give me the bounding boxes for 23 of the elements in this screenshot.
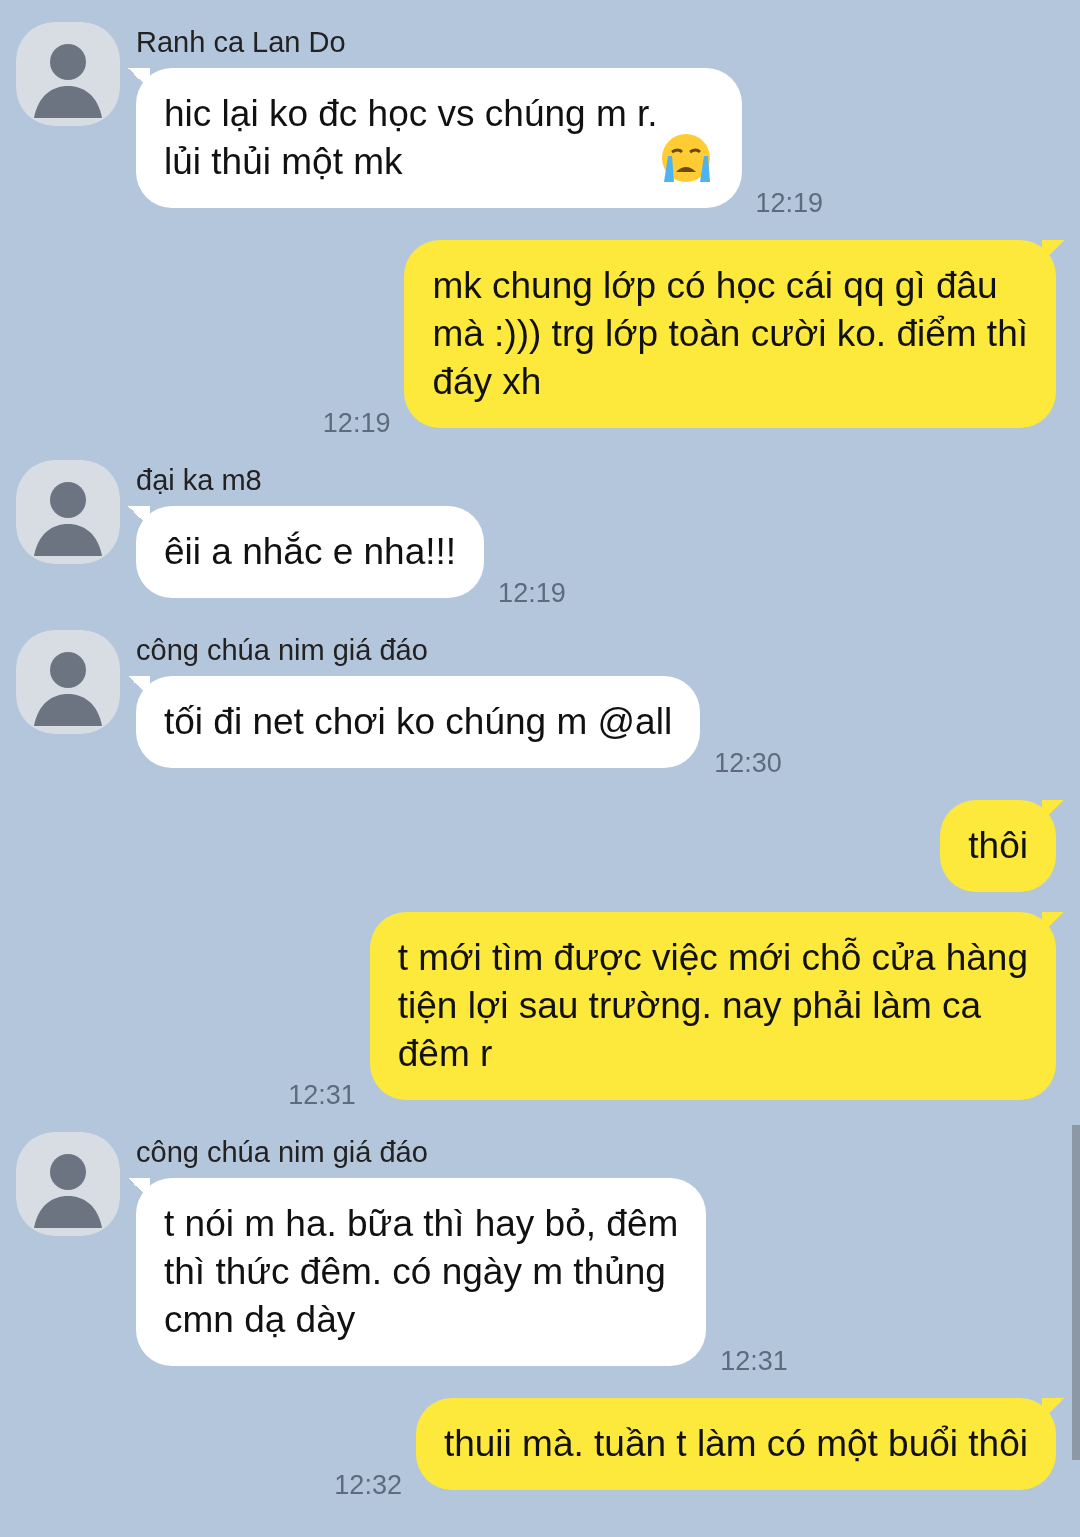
avatar-icon[interactable] <box>16 22 120 126</box>
message-text: mk chung lớp có học cái qq gì đâu mà :))) trg lớp toàn cười ko. điểm thì đáy xh <box>432 264 1028 404</box>
message-text: êii a nhắc e nha!!! <box>164 530 457 574</box>
message-text: thuii mà. tuần t làm có một buổi thôi <box>443 1422 1028 1466</box>
timestamp: 12:19 <box>755 188 824 218</box>
timestamp: 12:19 <box>498 578 566 608</box>
message-text: t mới tìm được việc mới chỗ cửa hàng tiện lợi sau trường. nay phải làm ca đêm r <box>397 936 1028 1076</box>
message-text: thôi <box>968 824 1028 868</box>
timestamp: 12:31 <box>288 1080 356 1110</box>
timestamp: 12:19 <box>322 408 391 438</box>
timestamp: 12:31 <box>720 1346 788 1376</box>
timestamp: 12:30 <box>714 748 782 778</box>
sender-name: đại ka m8 <box>136 463 262 498</box>
avatar-icon[interactable] <box>16 1132 120 1236</box>
sender-name: công chúa nim giá đáo <box>136 633 428 668</box>
sender-name: công chúa nim giá đáo <box>136 1135 428 1170</box>
avatar-icon[interactable] <box>16 630 120 734</box>
timestamp: 12:32 <box>334 1470 402 1500</box>
message-text: hic lại ko đc học vs chúng m r. lủi thủi một mk <box>164 92 658 184</box>
avatar-icon[interactable] <box>16 460 120 564</box>
message-text: tối đi net chơi ko chúng m @all <box>164 700 673 744</box>
sender-name: Ranh ca Lan Do <box>136 25 346 60</box>
message-text: t nói m ha. bữa thì hay bỏ, đêm thì thức đêm. có ngày m thủng cmn dạ dày <box>164 1202 679 1342</box>
